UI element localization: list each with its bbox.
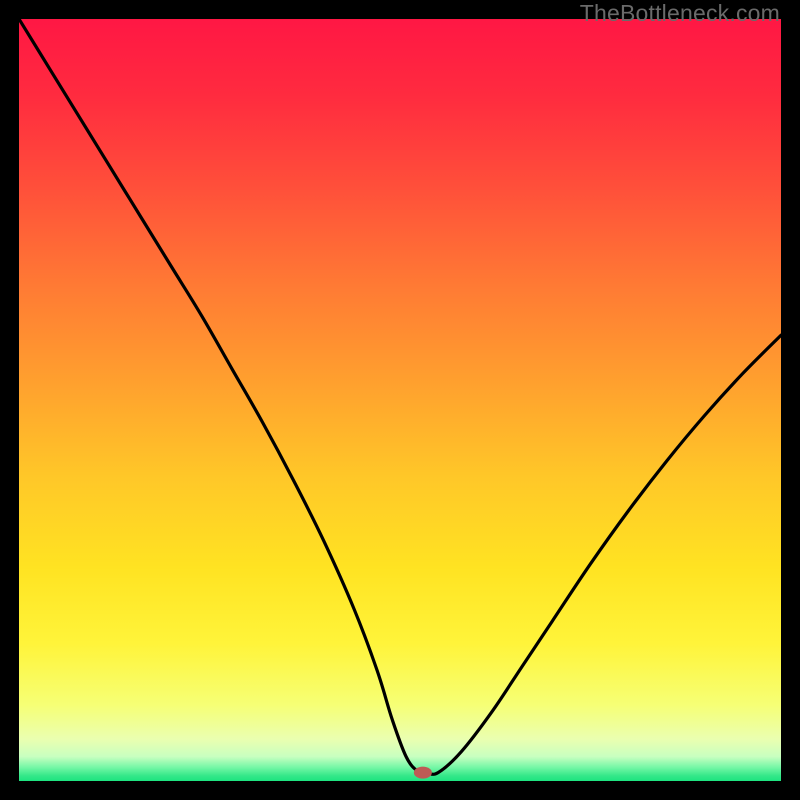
- curve-marker: [414, 767, 432, 779]
- watermark-label: TheBottleneck.com: [580, 0, 780, 27]
- chart-svg: [19, 19, 781, 781]
- chart-frame: [19, 19, 781, 781]
- chart-background: [19, 19, 781, 781]
